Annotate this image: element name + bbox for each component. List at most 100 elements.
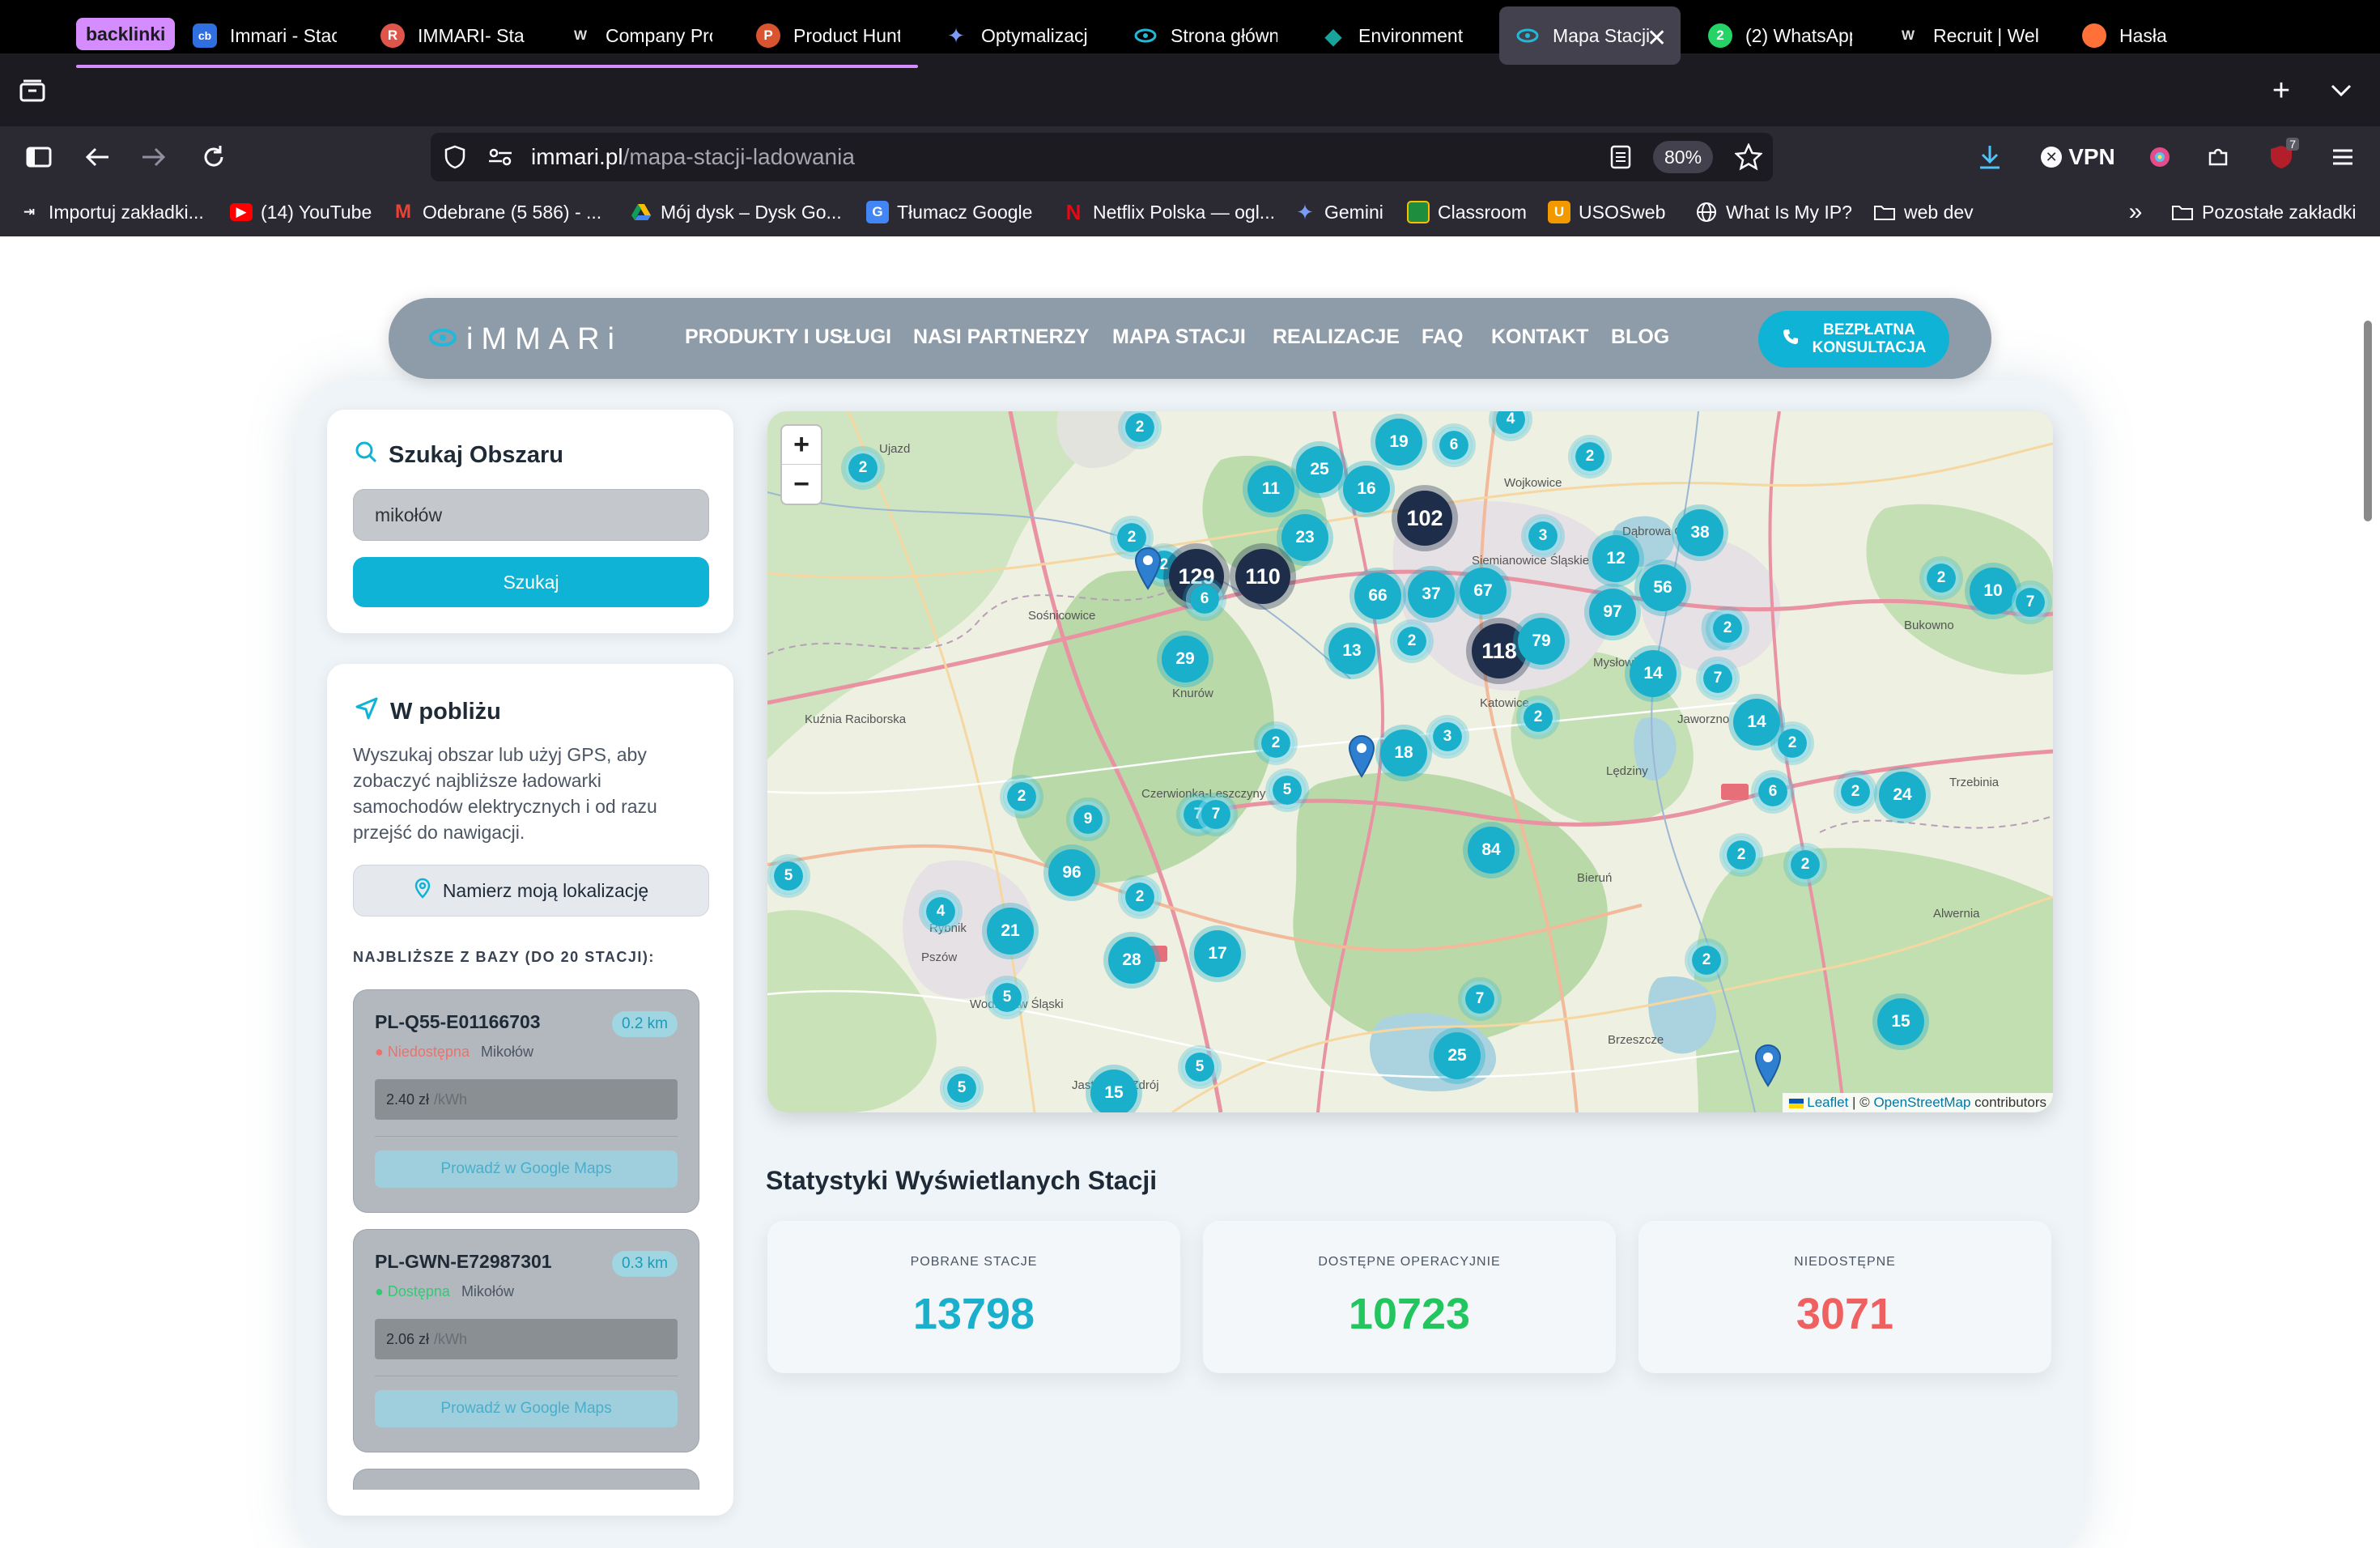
tab-strona-glowna[interactable]: Strona główna	[1117, 6, 1294, 65]
tab-whatsapp[interactable]: 2 (2) WhatsApp	[1692, 6, 1868, 65]
station-cluster-marker[interactable]: 10	[1970, 568, 2017, 615]
station-cluster-marker[interactable]: 25	[1296, 446, 1343, 493]
bookmark-what-is-my-ip[interactable]: What Is My IP?	[1695, 198, 1852, 227]
station-cluster-marker[interactable]: 2	[1688, 942, 1725, 979]
downloads-icon[interactable]	[1974, 141, 2006, 173]
station-cluster-marker[interactable]: 2	[1393, 623, 1430, 660]
menu-mapa-stacji[interactable]: MAPA STACJI	[1112, 325, 1246, 349]
zoom-in-button[interactable]: +	[782, 426, 821, 465]
zoom-level[interactable]: 80%	[1653, 141, 1714, 173]
google-maps-nav-button[interactable]: Prowadź w Google Maps	[375, 1150, 678, 1188]
station-cluster-marker[interactable]: 5	[770, 857, 807, 895]
close-tab-icon[interactable]: ✕	[1647, 24, 1667, 53]
menu-realizacje[interactable]: REALIZACJE	[1273, 325, 1400, 349]
tab-immari-stac[interactable]: R IMMARI- Stac	[364, 6, 541, 65]
stations-map[interactable]: Ujazd Sośnicowice Kuźnia Raciborska Knur…	[767, 411, 2053, 1112]
station-cluster-marker[interactable]: 3	[1524, 517, 1562, 555]
station-cluster-marker[interactable]: 29	[1162, 636, 1209, 683]
forward-arrow-icon[interactable]	[138, 142, 170, 172]
station-cluster-marker[interactable]: 6	[1435, 427, 1473, 464]
page-scrollbar[interactable]	[2364, 321, 2372, 521]
station-cluster-marker[interactable]: 17	[1194, 930, 1241, 977]
station-cluster-marker[interactable]: 2	[1121, 878, 1158, 916]
station-cluster-marker[interactable]: 7	[1197, 796, 1235, 833]
station-cluster-marker[interactable]: 66	[1354, 572, 1401, 619]
ublock-shield-icon[interactable]: 7	[2263, 138, 2299, 175]
app-menu-icon[interactable]	[2327, 142, 2359, 172]
bookmark-star-icon[interactable]	[1732, 141, 1765, 173]
google-maps-nav-button[interactable]: Prowadź w Google Maps	[375, 1390, 678, 1427]
leaflet-link[interactable]: Leaflet	[1807, 1095, 1848, 1110]
station-cluster-marker[interactable]: 14	[1630, 650, 1677, 697]
tab-recruit[interactable]: W Recruit | Wellf	[1880, 6, 2056, 65]
station-cluster-marker[interactable]: 5	[988, 979, 1026, 1016]
bookmark-import[interactable]: ⇥ Importuj zakładki...	[18, 198, 204, 227]
list-all-tabs-chevron-icon[interactable]	[2325, 74, 2357, 107]
station-cluster-marker[interactable]: 23	[1281, 514, 1328, 561]
station-cluster-marker[interactable]: 2	[844, 449, 882, 487]
map-marker-icon[interactable]	[1134, 546, 1162, 594]
station-cluster-marker[interactable]: 79	[1518, 618, 1565, 665]
station-cluster-marker[interactable]: 2	[1723, 836, 1760, 874]
bookmark-web-dev[interactable]: web dev	[1873, 198, 1974, 227]
search-input[interactable]	[353, 489, 709, 541]
station-cluster-marker[interactable]: 7	[1699, 660, 1736, 697]
station-cluster-marker[interactable]: 102	[1397, 491, 1452, 546]
osm-link[interactable]: OpenStreetMap	[1873, 1095, 1970, 1110]
url-text[interactable]: immari.pl/mapa-stacji-ladowania	[531, 144, 855, 170]
station-cluster-marker[interactable]: 11	[1247, 466, 1294, 512]
tab-overview-icon[interactable]	[16, 76, 49, 105]
more-bookmarks-chevron-icon[interactable]: »	[2121, 198, 2150, 227]
station-cluster-marker[interactable]: 2	[1837, 773, 1874, 810]
station-cluster-marker[interactable]: 37	[1408, 571, 1455, 618]
reload-icon[interactable]	[198, 141, 230, 173]
station-cluster-marker[interactable]: 110	[1235, 549, 1290, 604]
menu-produkty[interactable]: PRODUKTY I USŁUGI	[685, 325, 891, 349]
reader-view-icon[interactable]	[1606, 142, 1635, 172]
back-arrow-icon[interactable]	[81, 142, 113, 172]
station-cluster-marker[interactable]: 21	[987, 908, 1034, 955]
map-marker-icon[interactable]	[1754, 1044, 1782, 1091]
station-cluster-marker[interactable]: 9	[1069, 801, 1107, 838]
station-cluster-marker[interactable]: 14	[1733, 699, 1780, 746]
shield-icon[interactable]	[440, 142, 470, 172]
station-cluster-marker[interactable]: 5	[1181, 1048, 1218, 1086]
tab-group-backlinki[interactable]: backlinki	[76, 18, 176, 50]
station-cluster-marker[interactable]: 19	[1375, 419, 1422, 466]
station-cluster-marker[interactable]: 25	[1434, 1032, 1481, 1079]
station-cluster-marker[interactable]: 56	[1639, 564, 1686, 611]
free-consultation-button[interactable]: BEZPŁATNA KONSULTACJA	[1758, 311, 1949, 368]
tab-hasla[interactable]: Hasła	[2066, 6, 2228, 65]
station-cluster-marker[interactable]: 2	[1923, 559, 1960, 597]
station-cluster-marker[interactable]: 24	[1879, 772, 1926, 819]
station-cluster-marker[interactable]: 84	[1468, 827, 1515, 874]
menu-blog[interactable]: BLOG	[1611, 325, 1669, 349]
vpn-button[interactable]: ✕ VPN	[2037, 141, 2119, 173]
station-card[interactable]: PL-GWN-E72987301 0.3 km ● Dostępna Mikoł…	[353, 1229, 699, 1452]
station-cluster-marker[interactable]: 6	[1754, 773, 1791, 810]
station-cluster-marker[interactable]: 7	[1461, 980, 1498, 1018]
station-cluster-marker[interactable]: 28	[1108, 937, 1155, 984]
locate-me-button[interactable]: Namierz moją lokalizację	[353, 865, 709, 916]
station-cluster-marker[interactable]: 2	[1571, 438, 1609, 475]
station-cluster-marker[interactable]: 2	[1003, 778, 1040, 815]
station-cluster-marker[interactable]: 38	[1677, 509, 1723, 556]
station-cluster-marker[interactable]: 4	[922, 893, 959, 930]
station-cluster-marker[interactable]: 5	[1269, 772, 1306, 809]
station-cluster-marker[interactable]: 2	[1519, 699, 1557, 736]
station-cluster-marker[interactable]: 3	[1429, 718, 1466, 755]
new-tab-plus-icon[interactable]: +	[2263, 73, 2299, 108]
bookmark-classroom[interactable]: Classroom	[1407, 198, 1527, 227]
tab-optymalizacja[interactable]: ✦ Optymalizacja	[928, 6, 1104, 65]
bookmark-usosweb[interactable]: U USOSweb	[1548, 198, 1665, 227]
bookmark-netflix[interactable]: N Netflix Polska — ogl...	[1062, 198, 1275, 227]
zoom-out-button[interactable]: −	[782, 465, 821, 504]
bookmark-youtube[interactable]: ▶ (14) YouTube	[230, 198, 372, 227]
site-permissions-icon[interactable]	[484, 142, 516, 172]
menu-partnerzy[interactable]: NASI PARTNERZY	[913, 325, 1090, 349]
station-card[interactable]: PL-Q55-E01166703 0.2 km ● Niedostępna Mi…	[353, 989, 699, 1213]
tab-company-profile[interactable]: W Company Prof	[552, 6, 729, 65]
station-cluster-marker[interactable]: 6	[1186, 580, 1223, 618]
tab-product-hunt[interactable]: P Product Hunt	[740, 6, 916, 65]
station-cluster-marker[interactable]: 13	[1328, 627, 1375, 674]
